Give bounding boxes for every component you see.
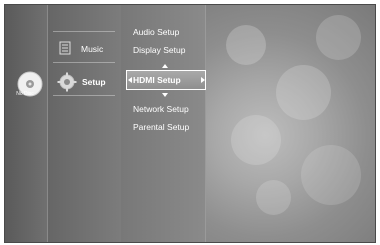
disc-column [5, 5, 47, 242]
main-menu-item-music[interactable]: Music [81, 44, 103, 54]
submenu-item-parental-setup[interactable]: Parental Setup [133, 122, 189, 132]
music-icon [59, 41, 71, 55]
submenu-item-display-setup[interactable]: Display Setup [133, 45, 185, 55]
disc-status-label: No Disc [16, 91, 34, 97]
left-arrow-icon [128, 77, 132, 83]
gear-icon [57, 72, 77, 92]
menu-divider [53, 95, 115, 96]
submenu-item-network-setup[interactable]: Network Setup [133, 104, 189, 114]
screen: No Disc Music Setup Audio Setup Display … [0, 0, 380, 245]
menu-frame: No Disc Music Setup Audio Setup Display … [4, 4, 376, 243]
scroll-down-icon [162, 93, 168, 97]
submenu-item-hdmi-setup[interactable]: HDMI Setup [133, 75, 181, 85]
scroll-up-icon [162, 64, 168, 68]
background-bokeh [206, 5, 375, 242]
menu-divider [53, 31, 115, 32]
right-arrow-icon [201, 77, 205, 83]
main-menu-item-setup[interactable]: Setup [82, 77, 106, 87]
submenu-item-audio-setup[interactable]: Audio Setup [133, 27, 179, 37]
menu-divider [53, 62, 115, 63]
